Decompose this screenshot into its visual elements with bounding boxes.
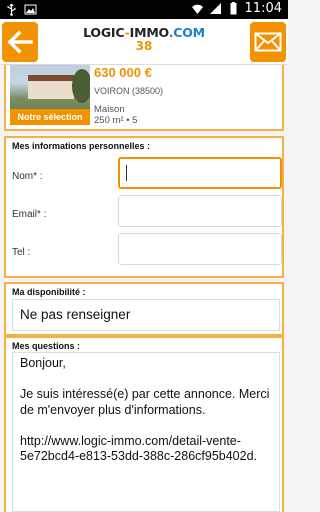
listing-photo: Notre sélection	[10, 65, 90, 125]
email-label: Email* :	[12, 209, 47, 220]
department-label: 38	[135, 39, 153, 53]
email-field[interactable]	[118, 195, 282, 227]
selection-badge: Notre sélection	[10, 109, 90, 125]
clock: 11:04	[244, 1, 282, 16]
usb-icon	[7, 3, 16, 16]
listing-details: 250 m² • 5	[94, 115, 138, 126]
availability-select[interactable]: Ne pas renseigner	[12, 299, 280, 331]
name-field[interactable]	[118, 157, 282, 189]
availability-title: Ma disponibilité :	[12, 287, 86, 297]
questions-textarea[interactable]: Bonjour, Je suis intéressé(e) par cette …	[12, 352, 280, 512]
back-button[interactable]	[2, 22, 38, 62]
status-bar: 11:04	[0, 0, 288, 19]
app-logo: LOGIC-IMMO.COM 38	[80, 25, 208, 53]
battery-icon	[230, 2, 237, 15]
questions-title: Mes questions :	[12, 341, 81, 351]
listing-type-label: Maison	[94, 104, 125, 115]
logo-text-immo: IMMO	[129, 25, 169, 40]
logo-text-logic: LOGIC	[83, 25, 125, 40]
listing-city: VOIRON (38500)	[94, 86, 164, 96]
listing-summary[interactable]: Notre sélection 630 000 € VOIRON (38500)…	[4, 65, 284, 131]
personal-info-title: Mes informations personnelles :	[12, 141, 151, 151]
personal-info-section: Mes informations personnelles : Nom* : E…	[4, 136, 284, 278]
logo-text-com: .COM	[168, 25, 205, 40]
status-left-icons	[5, 3, 37, 16]
questions-section: Mes questions : Bonjour, Je suis intéres…	[4, 336, 284, 512]
envelope-icon	[254, 32, 282, 52]
arrow-left-icon	[7, 30, 33, 54]
text-caret	[126, 165, 127, 181]
send-mail-button[interactable]	[250, 22, 286, 62]
signal-icon	[209, 3, 221, 14]
house-illustration	[28, 75, 74, 99]
name-label: Nom* :	[12, 171, 43, 182]
status-right-icons: 11:04	[191, 1, 282, 16]
tel-field[interactable]	[118, 233, 282, 265]
listing-price: 630 000 €	[94, 65, 152, 80]
tel-label: Tel :	[12, 247, 31, 258]
listing-type: Maison 250 m² • 5	[94, 104, 137, 126]
wifi-icon	[191, 4, 203, 14]
availability-section: Ma disponibilité : Ne pas renseigner	[4, 282, 284, 336]
tree-illustration	[72, 69, 90, 103]
app-bar: LOGIC-IMMO.COM 38	[0, 19, 288, 65]
image-icon	[24, 4, 37, 15]
